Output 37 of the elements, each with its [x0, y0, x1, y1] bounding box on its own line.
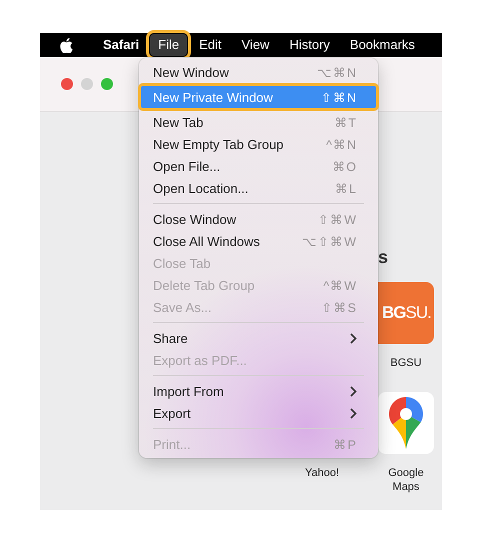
- menu-item[interactable]: Share: [144, 327, 373, 349]
- menu-item[interactable]: Close All Windows ⌥⇧⌘W: [144, 230, 373, 252]
- maps-tile[interactable]: [378, 392, 434, 454]
- keyboard-shortcut: ⌥⇧⌘W: [302, 234, 357, 248]
- menu-item[interactable]: Close Window ⇧⌘W: [144, 208, 373, 230]
- section-heading: s: [378, 248, 388, 266]
- menu-item[interactable]: New Tab ⌘T: [144, 111, 373, 133]
- keyboard-shortcut: ⇧⌘S: [322, 300, 357, 314]
- tile-label: Google Maps: [388, 466, 424, 494]
- menu-bar-item[interactable]: History: [281, 34, 338, 56]
- keyboard-shortcut: ⌘P: [334, 436, 357, 452]
- menu-bar-item[interactable]: Edit: [191, 34, 230, 56]
- menu-item[interactable]: New Window ⌥⌘N: [144, 61, 373, 83]
- keyboard-shortcut: ⌘T: [334, 114, 357, 130]
- keyboard-shortcut: ⇧⌘N: [320, 90, 357, 104]
- tile-label: BGSU: [390, 356, 422, 370]
- keyboard-shortcut: ⌥⌘N: [316, 64, 357, 80]
- keyboard-shortcut: ^⌘W: [323, 278, 357, 292]
- keyboard-shortcut: ^⌘N: [326, 136, 357, 152]
- menu-item[interactable]: Open File... ⌘O: [144, 155, 373, 177]
- keyboard-shortcut: ⇧⌘W: [318, 212, 357, 226]
- menu-bar-item[interactable]: File: [150, 34, 188, 56]
- map-pin-icon: [389, 397, 423, 449]
- menu-item[interactable]: Open Location... ⌘L: [144, 177, 373, 199]
- keyboard-shortcut: ⌘L: [335, 180, 357, 196]
- menu-bar-item[interactable]: Safari: [95, 34, 148, 56]
- keyboard-shortcut: ⌘O: [332, 158, 357, 174]
- tile-label: Yahoo!: [304, 466, 340, 480]
- menu-item[interactable]: Export: [144, 402, 373, 424]
- zoom-button[interactable]: [101, 78, 113, 90]
- menu-bar-item[interactable]: View: [234, 34, 278, 56]
- menu-item[interactable]: Import From: [144, 380, 373, 402]
- apple-logo-icon[interactable]: [60, 38, 73, 52]
- close-button[interactable]: [61, 78, 73, 90]
- menu-item[interactable]: New Empty Tab Group ^⌘N: [144, 133, 373, 155]
- logo-text: BGSU.: [382, 303, 431, 323]
- menu-bar-item[interactable]: Bookmarks: [342, 34, 423, 56]
